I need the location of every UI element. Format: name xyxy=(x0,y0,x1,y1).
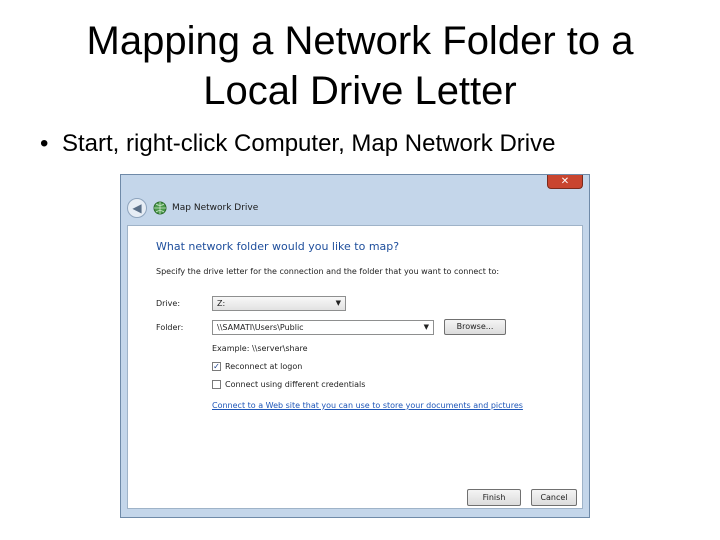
credentials-row[interactable]: Connect using different credentials xyxy=(212,380,365,389)
reconnect-label: Reconnect at logon xyxy=(225,362,303,371)
chevron-down-icon: ▼ xyxy=(423,323,429,331)
bullet-dot-icon: • xyxy=(40,130,49,157)
chevron-down-icon: ▼ xyxy=(335,299,341,307)
cancel-button[interactable]: Cancel xyxy=(531,489,577,506)
drive-label: Drive: xyxy=(156,299,181,308)
browse-button[interactable]: Browse... xyxy=(444,319,506,335)
close-icon: ✕ xyxy=(560,176,570,187)
map-network-drive-dialog: ✕ ◀ Map Network Drive What network folde… xyxy=(120,174,590,518)
slide-title: Mapping a Network Folder to a Local Driv… xyxy=(0,16,720,116)
network-globe-icon xyxy=(153,201,167,215)
bullet-text: Start, right-click Computer, Map Network… xyxy=(62,130,556,157)
dialog-content: What network folder would you like to ma… xyxy=(127,225,583,509)
title-line-1: Mapping a Network Folder to a xyxy=(86,19,634,63)
reconnect-checkbox[interactable]: ✓ xyxy=(212,362,221,371)
window-title: Map Network Drive xyxy=(172,203,259,213)
dialog-description: Specify the drive letter for the connect… xyxy=(156,267,500,276)
finish-button[interactable]: Finish xyxy=(467,489,521,506)
folder-value: \\SAMATI\Users\Public xyxy=(217,323,304,332)
folder-label: Folder: xyxy=(156,323,184,332)
credentials-checkbox[interactable] xyxy=(212,380,221,389)
credentials-label: Connect using different credentials xyxy=(225,380,366,389)
folder-input[interactable]: \\SAMATI\Users\Public ▼ xyxy=(212,320,434,335)
bullet-item: • Start, right-click Computer, Map Networ… xyxy=(40,130,555,158)
title-line-2: Local Drive Letter xyxy=(203,69,517,113)
checkmark-icon: ✓ xyxy=(213,362,220,371)
reconnect-row[interactable]: ✓ Reconnect at logon xyxy=(212,362,302,371)
back-arrow-icon: ◀ xyxy=(132,201,142,215)
close-button[interactable]: ✕ xyxy=(547,175,583,189)
back-button[interactable]: ◀ xyxy=(127,198,147,218)
dialog-nav-row: ◀ Map Network Drive xyxy=(127,197,258,219)
example-text: Example: \\server\share xyxy=(212,344,308,353)
drive-value: Z: xyxy=(217,299,226,308)
web-site-link[interactable]: Connect to a Web site that you can use t… xyxy=(212,401,523,410)
drive-select[interactable]: Z: ▼ xyxy=(212,296,346,311)
dialog-heading: What network folder would you like to ma… xyxy=(156,240,400,253)
